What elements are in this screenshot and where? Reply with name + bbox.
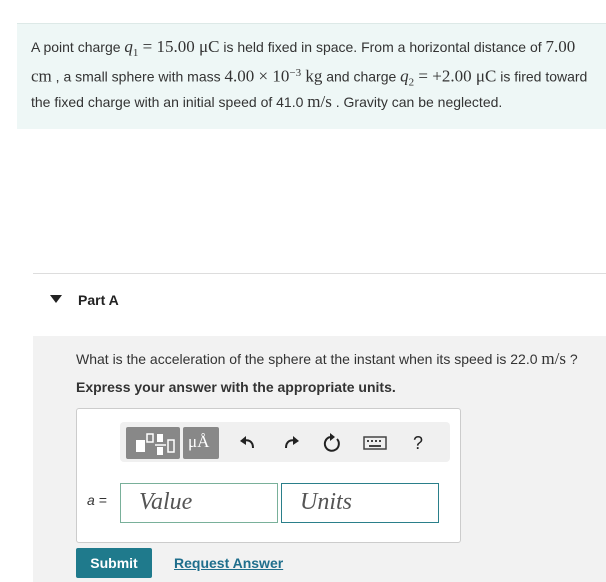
request-answer-link[interactable]: Request Answer <box>174 555 283 571</box>
part-a-header[interactable]: Part A <box>33 273 606 337</box>
keyboard-icon[interactable] <box>362 430 388 456</box>
help-icon[interactable]: ? <box>405 430 431 456</box>
question-text: What is the acceleration of the sphere a… <box>76 349 578 369</box>
problem-text: . Gravity can be neglected. <box>331 94 503 111</box>
math-toolbar: μÅ ? <box>120 422 450 462</box>
units-button[interactable]: μÅ <box>183 427 219 459</box>
part-title: Part A <box>78 292 119 308</box>
answer-box: μÅ ? a = Value Units <box>76 408 461 543</box>
units-button-label: μÅ <box>188 432 210 451</box>
units-placeholder: Units <box>300 489 353 515</box>
question-end: ? <box>565 351 578 367</box>
question-unit: m/s <box>541 349 566 368</box>
q2-value: = +2.00 μC <box>414 66 497 86</box>
q2-symbol: q <box>400 66 409 86</box>
problem-text: and charge <box>322 68 401 85</box>
question-body: What is the acceleration of the sphere a… <box>76 351 542 367</box>
variable-label: a = <box>87 492 107 508</box>
redo-icon[interactable] <box>278 430 304 456</box>
problem-statement: A point charge q1 = 15.00 μC is held fix… <box>17 23 606 129</box>
undo-icon[interactable] <box>235 430 261 456</box>
variable-label-text: a = <box>87 492 107 508</box>
problem-text: is held fixed in space. From a horizonta… <box>219 39 546 55</box>
instruction-text: Express your answer with the appropriate… <box>76 379 396 395</box>
q1-value: = 15.00 μC <box>138 37 220 56</box>
collapse-triangle-icon[interactable] <box>50 295 62 303</box>
q1-symbol: q <box>124 37 133 56</box>
reset-icon[interactable] <box>319 430 345 456</box>
value-input[interactable]: Value <box>120 483 278 523</box>
templates-button[interactable] <box>126 427 180 459</box>
mass-value: 4.00 × 10 <box>224 66 290 86</box>
help-label: ? <box>412 432 423 453</box>
part-a-body: What is the acceleration of the sphere a… <box>33 336 606 582</box>
templates-icon <box>136 433 175 455</box>
speed-unit: m/s <box>307 92 332 112</box>
mass-unit: kg <box>301 66 323 86</box>
mass-exponent: −3 <box>289 66 302 79</box>
units-input[interactable]: Units <box>281 483 439 523</box>
problem-text: , a small sphere with mass <box>51 68 225 85</box>
submit-button[interactable]: Submit <box>76 548 152 578</box>
problem-text: A point charge <box>31 39 125 55</box>
value-placeholder: Value <box>139 489 193 515</box>
